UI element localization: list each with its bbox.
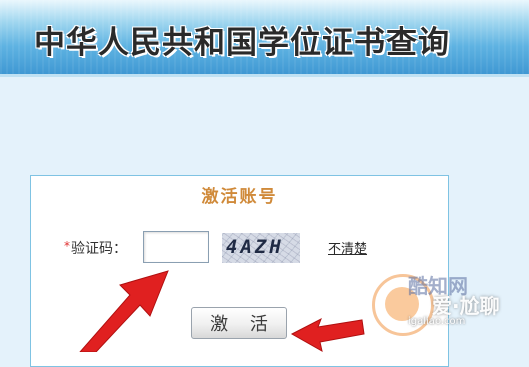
captcha-label: 验证码： [71,241,127,257]
captcha-image[interactable]: 4AZH [222,233,300,263]
watermark-url: igaliao.com [408,316,466,327]
captcha-refresh-link[interactable]: 不清楚 [328,238,367,257]
watermark-mark: 爱·尬聊 [432,294,500,318]
captcha-text: 4AZH [226,236,284,258]
watermark: 酷知网 爱·尬聊 igaliao.com [372,262,529,352]
required-mark: * [64,239,70,253]
panel-title: 激活账号 [201,187,278,207]
header-banner: 中华人民共和国学位证书查询 [0,0,529,74]
captcha-input[interactable] [143,231,209,263]
page-title: 中华人民共和国学位证书查询 [34,25,450,61]
activate-button[interactable]: 激 活 [191,307,287,339]
banner-divider [0,74,529,77]
